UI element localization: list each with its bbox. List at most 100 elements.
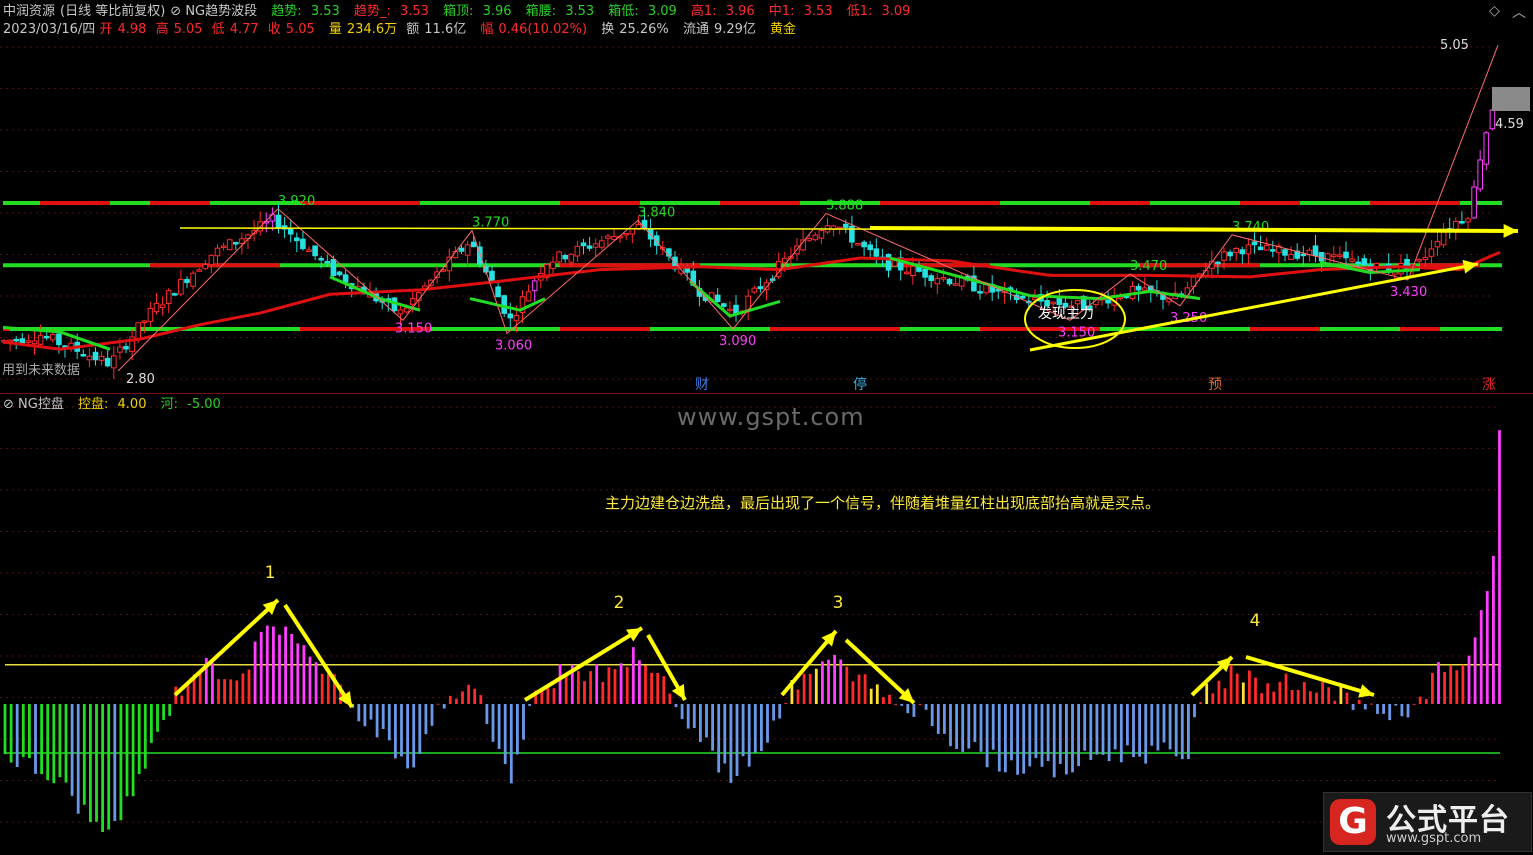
indicator-bar [741,704,745,757]
sub-indicator-selector[interactable]: ⊘ NG控盘 [3,397,69,412]
indicator-bar [247,669,251,704]
candle-body [147,307,154,322]
indicator-bar [1437,662,1440,704]
candle-body [1489,109,1496,130]
indicator-bar [491,704,495,742]
indicator-bar [1174,704,1178,757]
indicator-bar [1455,670,1459,704]
candle-body [1215,261,1221,265]
candle-body [580,242,587,247]
indicator-bar [448,695,452,704]
candle-body [605,235,611,239]
indicator-bar [52,704,56,784]
candle-body [501,295,507,314]
indicator-bar [839,659,843,704]
indicator-bar [516,704,519,755]
indicator-bar [717,704,721,773]
indicator-bar [101,704,104,833]
chart-mode[interactable]: (日线 等比前复权) [60,4,165,19]
pivot-label: 3.470 [1130,259,1167,274]
chevron-up-icon[interactable]: ︿ [1512,2,1526,22]
candle-body [220,245,227,248]
candle-body [19,338,26,344]
candle-body [1245,244,1252,255]
indicator-bar [162,704,165,720]
candle-body [531,280,538,292]
candlestick-chart[interactable]: 2.803.9203.1503.7703.0603.8403.0903.8883… [0,0,1533,395]
indicator-bar [711,704,714,751]
indicator-bar [168,704,172,716]
indicator-bar [546,688,550,704]
candle-body [562,255,569,260]
indicator-bar [455,698,458,704]
indicator-bar [198,673,202,704]
candle-body [25,340,32,343]
candle-body [599,240,605,248]
candle-body [403,307,410,313]
indicator-panel[interactable]: 1 2 3 4 主力边建仓边洗盘，最后出现了一个信号，伴随着堆量红柱出现底部抬高就是买点… [0,395,1533,855]
indicator-bar [1058,704,1062,764]
candle-body [922,268,928,278]
indicator-bar [875,684,879,704]
indicator-bar [912,704,916,717]
indicator-bar [82,704,86,805]
control-indicator-chart[interactable]: 1 2 3 4 主力边建仓边洗盘，最后出现了一个信号，伴随着堆量红柱出现底部抬高就是买点… [0,395,1533,855]
sector-tag[interactable]: 黄金 [770,22,796,37]
indicator-bar [869,688,873,704]
candle-body [1471,186,1477,219]
candle-body [1440,231,1447,246]
candle-body [1044,299,1050,307]
indicator-bar [1150,704,1154,746]
indicator-bar [394,704,397,759]
indicator-bar [1016,704,1019,775]
site-logo: G 公式平台 www.gspt.com [1323,792,1532,852]
candle-body [239,238,245,245]
candle-body [1465,218,1471,223]
event-tag: 预 [1208,377,1222,393]
indicator-bar [509,704,513,784]
candle-body [1056,297,1063,305]
candle-body [190,272,196,287]
indicator-bar [369,704,373,720]
candle-body [806,237,813,241]
indicator-bar [125,704,129,797]
candle-body [1459,221,1465,224]
indicator-bar [143,704,147,769]
candle-body [312,245,318,257]
candle-body [556,251,562,263]
indicator-bar [528,704,531,706]
indicator-bar [1479,610,1483,704]
candle-body [336,271,343,276]
indicator-bar [668,693,672,704]
quote-close: 收 5.05 [267,22,315,37]
candle-body [56,333,62,346]
indicator-bar [1376,704,1379,714]
indicator-bar [113,704,117,821]
price-label: 4.59 [1495,117,1524,132]
candle-body [300,238,306,250]
candle-body [1434,241,1441,248]
indicator-bar [1431,672,1434,704]
indicator-bar [436,703,440,705]
indicator-bar [1095,704,1099,755]
stock-title: 中润资源 [3,4,56,19]
candle-body [446,256,453,272]
indicator-bar [400,704,403,757]
candle-body [977,291,983,294]
indicator-bar [857,674,861,704]
indicator-bar [1138,704,1141,757]
price-panel[interactable]: 2.80 3.920 3.150 3.770 3.060 3.840 3.090 3.888 3… [0,0,1533,395]
indicator-bar [1211,693,1215,704]
candle-body [464,244,471,256]
diamond-icon[interactable]: ◇ [1489,3,1500,19]
indicator-bar [991,704,995,750]
candle-body [1355,261,1362,265]
indicator-bar [278,634,281,704]
candle-body [1074,300,1081,305]
future-data-note: 用到未来数据 [2,363,80,378]
indicator-bar [1083,704,1087,751]
candle-body [910,265,916,276]
candle-body [1288,253,1294,260]
indicator-selector[interactable]: ⊘ NG趋势波段 [170,4,262,19]
candle-body [812,234,819,241]
